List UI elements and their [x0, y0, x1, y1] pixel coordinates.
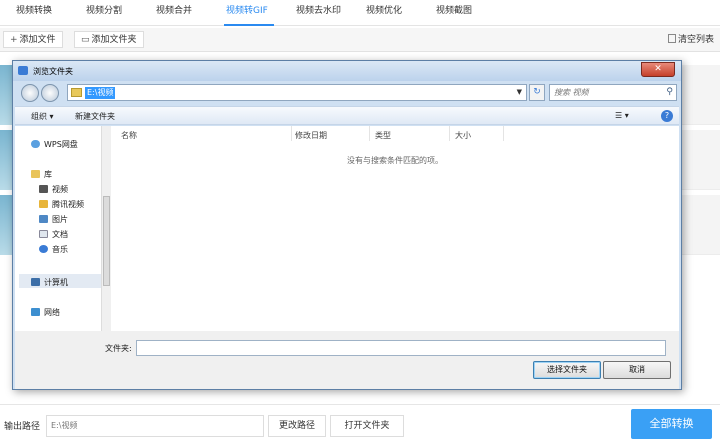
nav-label: 文档 — [52, 230, 68, 239]
nav-item-network[interactable]: 网络 — [31, 307, 60, 318]
folder-icon — [39, 200, 48, 208]
nav-item-videos[interactable]: 视频 — [39, 184, 68, 195]
video-icon — [39, 185, 48, 193]
tab-bar: 视频转换 视频分割 视频合并 视频转GIF 视频去水印 视频优化 视频截图 — [0, 0, 720, 26]
folder-icon: ▭ — [81, 35, 90, 45]
refresh-button[interactable]: ↻ — [529, 84, 545, 101]
folder-label: 文件夹: — [105, 344, 132, 353]
scrollbar-thumb[interactable] — [103, 196, 110, 286]
dialog-title-bar: 浏览文件夹 ✕ — [13, 61, 681, 81]
nav-label: WPS网盘 — [44, 140, 78, 149]
plus-icon: + — [10, 35, 18, 45]
close-button[interactable]: ✕ — [641, 62, 675, 77]
nav-item-documents[interactable]: 文档 — [39, 229, 68, 240]
library-icon — [31, 170, 40, 178]
app-window: 视频转换 视频分割 视频合并 视频转GIF 视频去水印 视频优化 视频截图 + 添… — [0, 0, 720, 442]
video-thumbnail — [0, 195, 12, 255]
computer-icon — [31, 278, 40, 286]
new-folder-button[interactable]: 新建文件夹 — [75, 111, 115, 122]
view-options-icon[interactable]: ☰ ▾ — [615, 111, 629, 120]
column-header-name[interactable]: 名称 — [121, 130, 137, 141]
organize-menu[interactable]: 组织 ▾ — [31, 111, 54, 122]
network-icon — [31, 308, 40, 316]
browse-folder-dialog: 浏览文件夹 ✕ E:\视频 ▼ ↻ ⚲ 组织 ▾ 新建文件夹 ☰ ▾ ? — [12, 60, 682, 390]
nav-label: 图片 — [52, 215, 68, 224]
nav-item-pictures[interactable]: 图片 — [39, 214, 68, 225]
search-box[interactable]: ⚲ — [549, 84, 677, 101]
search-icon[interactable]: ⚲ — [666, 87, 673, 97]
select-folder-button[interactable]: 选择文件夹 — [533, 361, 601, 379]
navigation-pane: WPS网盘 库 视频 腾讯视频 图片 文档 音乐 计算机 网络 — [15, 126, 111, 331]
address-value: E:\视频 — [85, 87, 116, 99]
file-list-pane: 名称 修改日期 类型 大小 没有与搜索条件匹配的项。 — [111, 126, 679, 331]
add-file-label: 添加文件 — [19, 35, 56, 45]
column-header-size[interactable]: 大小 — [455, 130, 471, 141]
column-header-type[interactable]: 类型 — [375, 130, 391, 141]
dialog-footer: 文件夹: 选择文件夹 取消 — [15, 331, 679, 389]
nav-label: 网络 — [44, 308, 60, 317]
convert-all-button[interactable]: 全部转换 — [631, 409, 712, 439]
clear-list-label: 清空列表 — [677, 35, 714, 45]
cancel-button[interactable]: 取消 — [603, 361, 671, 379]
column-divider — [369, 126, 370, 141]
nav-label: 音乐 — [52, 245, 68, 254]
folder-name-input[interactable] — [136, 340, 666, 356]
open-folder-button[interactable]: 打开文件夹 — [330, 415, 404, 437]
column-divider — [503, 126, 504, 141]
dialog-title: 浏览文件夹 — [33, 67, 73, 76]
tab-video-to-gif[interactable]: 视频转GIF — [210, 0, 280, 26]
trash-icon — [667, 34, 676, 43]
column-header-modified[interactable]: 修改日期 — [295, 130, 327, 141]
cloud-folder-icon — [18, 66, 28, 75]
search-input[interactable] — [550, 85, 650, 100]
command-bar: 组织 ▾ 新建文件夹 ☰ ▾ ? — [15, 106, 679, 125]
nav-item-tencent-video[interactable]: 腾讯视频 — [39, 199, 84, 210]
output-path-label: 输出路径 — [4, 422, 41, 432]
video-thumbnail — [0, 130, 12, 190]
help-icon[interactable]: ? — [661, 110, 673, 122]
clear-list-button[interactable]: 清空列表 — [667, 32, 714, 45]
nav-item-wps[interactable]: WPS网盘 — [31, 139, 78, 150]
add-file-button[interactable]: + 添加文件 — [3, 31, 63, 48]
change-path-button[interactable]: 更改路径 — [268, 415, 326, 437]
output-path-field[interactable]: E:\视频 — [46, 415, 264, 437]
address-field[interactable]: E:\视频 ▼ — [67, 84, 527, 101]
add-folder-label: 添加文件夹 — [91, 35, 137, 45]
nav-item-computer[interactable]: 计算机 — [31, 277, 68, 288]
column-divider — [449, 126, 450, 141]
tab-video-split[interactable]: 视频分割 — [70, 0, 140, 26]
file-toolbar: + 添加文件 ▭ 添加文件夹 清空列表 — [0, 28, 720, 52]
tab-remove-watermark[interactable]: 视频去水印 — [280, 0, 350, 26]
video-thumbnail — [0, 65, 12, 125]
nav-label: 库 — [44, 170, 52, 179]
column-divider — [291, 126, 292, 141]
add-folder-button[interactable]: ▭ 添加文件夹 — [74, 31, 144, 48]
back-button[interactable] — [21, 84, 39, 102]
bottom-bar: 输出路径 E:\视频 更改路径 打开文件夹 全部转换 — [0, 404, 720, 442]
nav-scrollbar[interactable] — [101, 126, 111, 331]
tab-video-merge[interactable]: 视频合并 — [140, 0, 210, 26]
tab-video-convert[interactable]: 视频转换 — [0, 0, 70, 26]
address-bar: E:\视频 ▼ ↻ ⚲ — [17, 83, 677, 103]
cloud-icon — [31, 140, 40, 148]
nav-item-music[interactable]: 音乐 — [39, 244, 68, 255]
nav-label: 视频 — [52, 185, 68, 194]
forward-button[interactable] — [41, 84, 59, 102]
empty-message: 没有与搜索条件匹配的项。 — [347, 156, 443, 165]
folder-icon — [71, 88, 82, 97]
tab-video-optimize[interactable]: 视频优化 — [350, 0, 420, 26]
nav-item-library[interactable]: 库 — [31, 169, 52, 180]
chevron-down-icon[interactable]: ▼ — [517, 88, 522, 96]
music-icon — [39, 245, 48, 253]
nav-label: 计算机 — [44, 278, 68, 287]
tab-video-screenshot[interactable]: 视频截图 — [420, 0, 490, 26]
nav-label: 腾讯视频 — [52, 200, 84, 209]
picture-icon — [39, 215, 48, 223]
document-icon — [39, 230, 48, 238]
